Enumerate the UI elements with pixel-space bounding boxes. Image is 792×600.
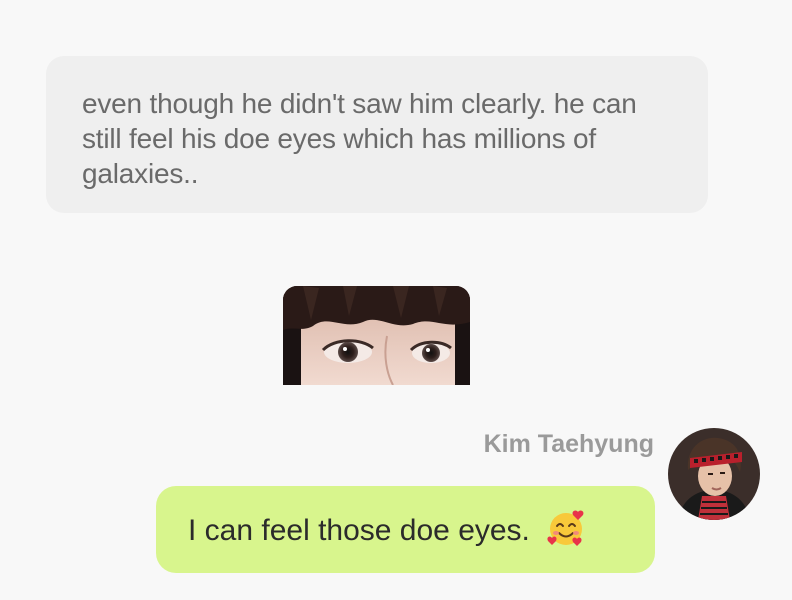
smiling-face-with-hearts-icon [546,508,586,548]
eyes-photo[interactable] [283,286,470,385]
narration-bubble: even though he didn't saw him clearly. h… [46,56,708,213]
message-bubble[interactable]: I can feel those doe eyes. [156,486,655,573]
sender-name: Kim Taehyung [483,430,654,458]
avatar[interactable] [668,428,760,520]
message-text: I can feel those doe eyes. [188,514,530,547]
eyes-photo-icon [283,286,470,385]
narration-text: even though he didn't saw him clearly. h… [82,88,637,189]
profile-photo-icon [668,428,760,520]
